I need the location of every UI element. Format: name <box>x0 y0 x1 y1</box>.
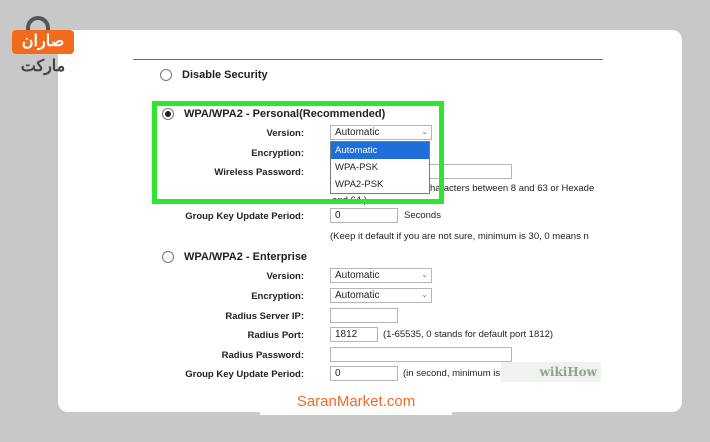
group-key-input[interactable]: 0 <box>330 208 398 223</box>
logo-text-top: صاران <box>12 30 74 54</box>
ent-group-key-note: (in second, minimum is 30, <box>403 368 516 379</box>
ent-encryption-select[interactable]: Automatic ⌄ <box>330 288 432 303</box>
radius-port-note: (1-65535, 0 stands for default port 1812… <box>383 329 554 340</box>
group-key-label: Group Key Update Period: <box>185 211 304 222</box>
chevron-down-icon: ⌄ <box>421 270 428 279</box>
radius-ip-input[interactable] <box>330 308 398 323</box>
ent-version-select[interactable]: Automatic ⌄ <box>330 268 432 283</box>
ent-group-key-input[interactable]: 0 <box>330 366 398 381</box>
ent-version-value: Automatic <box>335 270 380 281</box>
ent-encryption-value: Automatic <box>335 290 380 301</box>
dropdown-option[interactable]: WPA2-PSK <box>331 176 429 193</box>
group-key-note: (Keep it default if you are not sure, mi… <box>330 231 589 242</box>
chevron-down-icon: ⌄ <box>421 290 428 299</box>
section-divider <box>133 59 603 60</box>
radius-port-input[interactable]: 1812 <box>330 327 378 342</box>
dropdown-option[interactable]: Automatic <box>331 142 429 159</box>
radius-password-label: Radius Password: <box>221 350 304 361</box>
disable-security-radio[interactable] <box>160 69 172 81</box>
dropdown-option[interactable]: WPA-PSK <box>331 159 429 176</box>
password-hint: haracters between 8 and 63 or Hexade <box>430 183 595 194</box>
wpa-enterprise-title: WPA/WPA2 - Enterprise <box>184 251 308 263</box>
wikihow-watermark: wikiHow <box>501 362 601 382</box>
disable-security-label: Disable Security <box>182 69 268 81</box>
saran-market-logo: صاران مارکت <box>6 14 80 78</box>
disable-security-option[interactable]: Disable Security <box>160 69 268 81</box>
version-dropdown-list[interactable]: Automatic WPA-PSK WPA2-PSK <box>330 141 430 194</box>
radius-port-label: Radius Port: <box>247 330 304 341</box>
logo-text-bottom: مارکت <box>20 58 66 75</box>
ent-group-key-label: Group Key Update Period: <box>185 369 304 380</box>
wpa-enterprise-option[interactable]: WPA/WPA2 - Enterprise <box>162 251 307 263</box>
wpa-enterprise-radio[interactable] <box>162 251 174 263</box>
group-key-unit: Seconds <box>404 210 441 221</box>
ent-encryption-label: Encryption: <box>251 291 304 302</box>
radius-password-input[interactable] <box>330 347 512 362</box>
radius-ip-label: Radius Server IP: <box>225 311 304 322</box>
brand-footer: SaranMarket.com <box>260 389 452 415</box>
ent-version-label: Version: <box>266 271 305 282</box>
